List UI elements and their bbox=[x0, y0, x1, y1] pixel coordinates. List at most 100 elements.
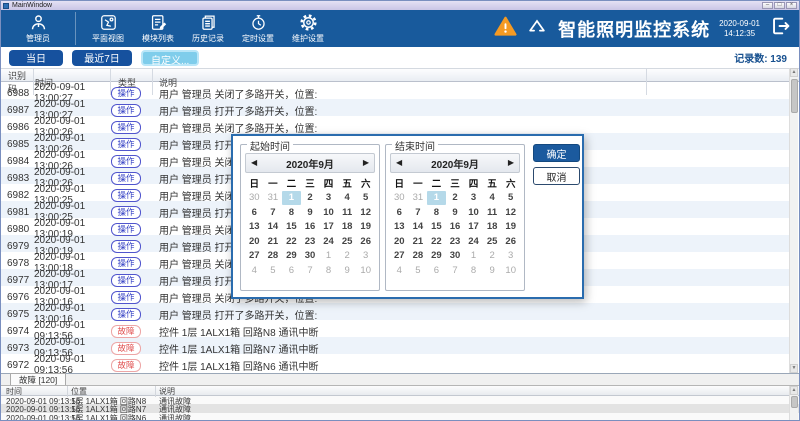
nav-item-floorplan[interactable]: 平面视图 bbox=[84, 10, 132, 47]
calendar-day[interactable]: 9 bbox=[338, 263, 357, 278]
nav-item-history[interactable]: 历史记录 bbox=[184, 10, 232, 47]
calendar-day[interactable]: 16 bbox=[446, 220, 465, 235]
operation-type-button[interactable]: 操作 bbox=[111, 138, 141, 151]
calendar-day[interactable]: 3 bbox=[356, 249, 375, 264]
calendar-day[interactable]: 20 bbox=[390, 234, 409, 249]
calendar-day[interactable]: 4 bbox=[483, 191, 502, 206]
calendar-day[interactable]: 17 bbox=[464, 220, 483, 235]
main-scrollbar[interactable]: ▲ ▼ bbox=[789, 68, 798, 373]
calendar-day[interactable]: 23 bbox=[446, 234, 465, 249]
operation-type-button[interactable]: 操作 bbox=[111, 257, 141, 270]
calendar-day[interactable]: 16 bbox=[301, 220, 320, 235]
calendar-day[interactable]: 5 bbox=[501, 191, 520, 206]
minimize-button[interactable]: – bbox=[762, 2, 773, 9]
warning-icon[interactable] bbox=[493, 15, 518, 43]
table-row[interactable]: 69732020-09-01 09:13:56故障控件 1层 1ALX1箱 回路… bbox=[1, 337, 792, 354]
prev-month-icon[interactable]: ◀ bbox=[396, 158, 402, 168]
table-row[interactable]: 69722020-09-01 09:13:56故障控件 1层 1ALX1箱 回路… bbox=[1, 354, 792, 371]
calendar-day[interactable]: 5 bbox=[356, 191, 375, 206]
calendar-day[interactable]: 9 bbox=[483, 263, 502, 278]
calendar-day[interactable]: 7 bbox=[446, 263, 465, 278]
nav-item-timer-settings[interactable]: 定时设置 bbox=[234, 10, 282, 47]
calendar-day[interactable]: 9 bbox=[301, 205, 320, 220]
calendar-day[interactable]: 13 bbox=[245, 220, 264, 235]
calendar-day[interactable]: 15 bbox=[282, 220, 301, 235]
operation-type-button[interactable]: 操作 bbox=[111, 172, 141, 185]
calendar-day[interactable]: 22 bbox=[427, 234, 446, 249]
calendar-day[interactable]: 5 bbox=[409, 263, 428, 278]
calendar-day[interactable]: 4 bbox=[245, 263, 264, 278]
filter-last7days-button[interactable]: 最近7日 bbox=[72, 50, 132, 66]
calendar-day[interactable]: 19 bbox=[501, 220, 520, 235]
calendar-day[interactable]: 2 bbox=[446, 191, 465, 206]
fault-row[interactable]: 2020-09-01 09:13:561层 1ALX1箱 回路N6通讯故障 bbox=[1, 413, 800, 421]
calendar-day[interactable]: 25 bbox=[338, 234, 357, 249]
calendar-day[interactable]: 31 bbox=[264, 191, 283, 206]
calendar-day[interactable]: 25 bbox=[483, 234, 502, 249]
operation-type-button[interactable]: 操作 bbox=[111, 206, 141, 219]
fault-row[interactable]: 2020-09-01 09:13:561层 1ALX1箱 回路N8通讯故障 bbox=[1, 396, 800, 404]
calendar-day[interactable]: 30 bbox=[446, 249, 465, 264]
selected-day[interactable]: 1 bbox=[427, 191, 446, 206]
confirm-button[interactable]: 确定 bbox=[533, 144, 580, 162]
calendar-day[interactable]: 8 bbox=[427, 205, 446, 220]
operation-type-button[interactable]: 操作 bbox=[111, 240, 141, 253]
calendar-day[interactable]: 10 bbox=[464, 205, 483, 220]
operation-type-button[interactable]: 操作 bbox=[111, 223, 141, 236]
calendar-day[interactable]: 29 bbox=[427, 249, 446, 264]
calendar-day[interactable]: 13 bbox=[390, 220, 409, 235]
calendar-day[interactable]: 10 bbox=[319, 205, 338, 220]
calendar-day[interactable]: 17 bbox=[319, 220, 338, 235]
calendar-day[interactable]: 23 bbox=[301, 234, 320, 249]
calendar-day[interactable]: 12 bbox=[501, 205, 520, 220]
filter-today-button[interactable]: 当日 bbox=[9, 50, 63, 66]
fault-row[interactable]: 2020-09-01 09:13:561层 1ALX1箱 回路N7通讯故障 bbox=[1, 404, 800, 412]
scroll-thumb[interactable] bbox=[791, 79, 798, 113]
next-month-icon[interactable]: ▶ bbox=[508, 158, 514, 168]
fault-type-button[interactable]: 故障 bbox=[111, 342, 141, 355]
calendar-day[interactable]: 14 bbox=[264, 220, 283, 235]
calendar-day[interactable]: 24 bbox=[464, 234, 483, 249]
fault-type-button[interactable]: 故障 bbox=[111, 325, 141, 338]
calendar-day[interactable]: 7 bbox=[409, 205, 428, 220]
calendar-day[interactable]: 18 bbox=[338, 220, 357, 235]
calendar-day[interactable]: 9 bbox=[446, 205, 465, 220]
calendar-day[interactable]: 28 bbox=[264, 249, 283, 264]
calendar-day[interactable]: 18 bbox=[483, 220, 502, 235]
calendar-day[interactable]: 30 bbox=[301, 249, 320, 264]
calendar-day[interactable]: 7 bbox=[264, 205, 283, 220]
calendar-day[interactable]: 27 bbox=[245, 249, 264, 264]
calendar-day[interactable]: 26 bbox=[501, 234, 520, 249]
close-button[interactable]: × bbox=[786, 2, 797, 9]
calendar-day[interactable]: 10 bbox=[356, 263, 375, 278]
fault-scrollbar[interactable]: ▲ bbox=[789, 386, 798, 421]
calendar-day[interactable]: 10 bbox=[501, 263, 520, 278]
calendar-day[interactable]: 29 bbox=[282, 249, 301, 264]
calendar-day[interactable]: 4 bbox=[338, 191, 357, 206]
calendar-day[interactable]: 8 bbox=[282, 205, 301, 220]
admin-user-button[interactable]: 管理员 bbox=[1, 10, 75, 47]
calendar-day[interactable]: 28 bbox=[409, 249, 428, 264]
calendar-day[interactable]: 2 bbox=[483, 249, 502, 264]
calendar-day[interactable]: 22 bbox=[282, 234, 301, 249]
table-row[interactable]: 69862020-09-01 13:00:26操作用户 管理员 关闭了多路开关，… bbox=[1, 116, 792, 133]
next-month-icon[interactable]: ▶ bbox=[363, 158, 369, 168]
calendar-day[interactable]: 24 bbox=[319, 234, 338, 249]
calendar-day[interactable]: 30 bbox=[390, 191, 409, 206]
calendar-day[interactable]: 8 bbox=[464, 263, 483, 278]
table-row[interactable]: 69882020-09-01 13:00:27操作用户 管理员 关闭了多路开关，… bbox=[1, 82, 792, 99]
scroll-up-icon[interactable]: ▲ bbox=[790, 68, 798, 77]
calendar-day[interactable]: 8 bbox=[319, 263, 338, 278]
calendar-day[interactable]: 12 bbox=[356, 205, 375, 220]
calendar-day[interactable]: 6 bbox=[245, 205, 264, 220]
tab-faults[interactable]: 故障 [120] bbox=[10, 373, 66, 385]
scroll-thumb[interactable] bbox=[791, 396, 798, 408]
table-row[interactable]: 69752020-09-01 13:00:16操作用户 管理员 打开了多路开关，… bbox=[1, 303, 792, 320]
prev-month-icon[interactable]: ◀ bbox=[251, 158, 257, 168]
filter-custom-button[interactable]: 自定义... bbox=[141, 50, 199, 66]
calendar-day[interactable]: 15 bbox=[427, 220, 446, 235]
scroll-down-icon[interactable]: ▼ bbox=[790, 364, 798, 373]
calendar-day[interactable]: 21 bbox=[409, 234, 428, 249]
cancel-button[interactable]: 取消 bbox=[533, 167, 580, 185]
operation-type-button[interactable]: 操作 bbox=[111, 308, 141, 321]
